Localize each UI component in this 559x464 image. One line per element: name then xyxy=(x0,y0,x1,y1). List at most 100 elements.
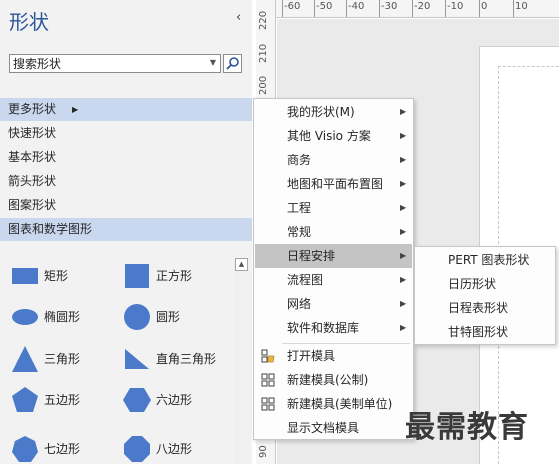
submenu-arrow-icon: ▶ xyxy=(400,107,407,116)
menu-item-engineering[interactable]: 工程 ▶ xyxy=(255,196,412,220)
submenu-item-label: PERT 图表形状 xyxy=(448,253,530,267)
submenu-arrow-icon: ▶ xyxy=(400,227,407,236)
ellipse-icon xyxy=(12,309,38,325)
heptagon-icon xyxy=(12,436,38,462)
menu-item-label: 打开模具 xyxy=(287,349,336,363)
submenu-item-pert[interactable]: PERT 图表形状 xyxy=(416,248,554,272)
submenu-arrow-icon: ▶ xyxy=(400,251,407,260)
stencil-scrollbar[interactable]: ▲ xyxy=(234,258,249,464)
menu-item-label: 流程图 xyxy=(287,273,324,287)
ruler-label: -40 xyxy=(348,1,365,12)
menu-item-label: 日程安排 xyxy=(287,249,336,263)
shape-label: 椭圆形 xyxy=(44,310,81,324)
pane-title: 形状 xyxy=(9,10,49,34)
menu-item-label: 工程 xyxy=(287,201,312,215)
pentagon-icon xyxy=(12,387,38,412)
submenu-item-label: 日历形状 xyxy=(448,277,497,291)
shape-label: 正方形 xyxy=(156,269,193,283)
ruler-label: 200 xyxy=(258,75,269,95)
menu-item-other-visio[interactable]: 其他 Visio 方案 ▶ xyxy=(255,124,412,148)
ruler-label: -10 xyxy=(447,1,464,12)
search-input[interactable] xyxy=(10,55,202,72)
square-icon xyxy=(125,264,149,288)
category-label: 快速形状 xyxy=(8,126,57,140)
category-pattern-shapes[interactable]: 图案形状 xyxy=(0,194,252,217)
submenu-arrow-icon: ▶ xyxy=(400,203,407,212)
scroll-up-icon[interactable]: ▲ xyxy=(235,258,248,271)
menu-item-label: 其他 Visio 方案 xyxy=(287,129,371,143)
search-button[interactable] xyxy=(223,54,242,73)
submenu-item-timeline[interactable]: 日程表形状 xyxy=(416,296,554,320)
search-icon xyxy=(226,57,239,70)
right-triangle-icon xyxy=(125,349,149,369)
category-label: 更多形状 xyxy=(8,102,57,116)
ruler-label: -60 xyxy=(284,1,301,12)
category-basic-shapes[interactable]: 基本形状 xyxy=(0,146,252,169)
open-stencil-icon xyxy=(261,349,275,363)
submenu-arrow-icon: ▶ xyxy=(400,179,407,188)
ruler-label: -50 xyxy=(316,1,333,12)
menu-item-schedule[interactable]: 日程安排 ▶ xyxy=(255,244,412,268)
ruler-label: 10 xyxy=(515,1,528,12)
shape-label: 直角三角形 xyxy=(156,352,217,366)
menu-item-general[interactable]: 常规 ▶ xyxy=(255,220,412,244)
hexagon-icon xyxy=(123,388,151,412)
submenu-arrow-icon: ▶ xyxy=(400,275,407,284)
schedule-submenu: PERT 图表形状 日历形状 日程表形状 甘特图形状 xyxy=(414,246,556,345)
ruler-label: -30 xyxy=(381,1,398,12)
menu-item-label: 软件和数据库 xyxy=(287,321,360,335)
menu-item-maps-floorplans[interactable]: 地图和平面布置图 ▶ xyxy=(255,172,412,196)
shape-label: 矩形 xyxy=(44,269,69,283)
menu-item-label: 常规 xyxy=(287,225,312,239)
submenu-item-calendar[interactable]: 日历形状 xyxy=(416,272,554,296)
menu-item-business[interactable]: 商务 ▶ xyxy=(255,148,412,172)
submenu-arrow-icon: ▶ xyxy=(400,131,407,140)
collapse-pane-icon[interactable]: ‹ xyxy=(236,10,241,25)
circle-icon xyxy=(124,304,150,330)
category-quick-shapes[interactable]: 快速形状 xyxy=(0,122,252,145)
category-charts-math[interactable]: 图表和数学图形 xyxy=(0,218,252,241)
category-label: 箭头形状 xyxy=(8,174,57,188)
watermark: 最需教育 xyxy=(405,410,529,445)
submenu-arrow-icon: ▶ xyxy=(400,155,407,164)
category-label: 图案形状 xyxy=(8,198,57,212)
menu-item-software-database[interactable]: 软件和数据库 ▶ xyxy=(255,316,412,340)
category-arrow-shapes[interactable]: 箭头形状 xyxy=(0,170,252,193)
menu-item-label: 网络 xyxy=(287,297,312,311)
submenu-arrow-icon: ▶ xyxy=(400,299,407,308)
shape-label: 六边形 xyxy=(156,393,193,407)
shape-label: 三角形 xyxy=(44,352,81,366)
shape-label: 五边形 xyxy=(44,393,81,407)
menu-item-flowchart[interactable]: 流程图 ▶ xyxy=(255,268,412,292)
shape-label: 圆形 xyxy=(156,310,181,324)
menu-item-open-stencil[interactable]: 打开模具 xyxy=(255,344,412,368)
stencil-area: 矩形 正方形 椭圆形 圆形 三角形 直角三角形 五边形 六边形 七边形 八边形 xyxy=(0,253,234,464)
menu-item-show-doc-stencil[interactable]: 显示文档模具 xyxy=(255,416,412,440)
category-label: 图表和数学图形 xyxy=(8,222,93,236)
search-box[interactable]: ▼ xyxy=(9,54,221,73)
octagon-icon xyxy=(124,436,150,462)
ruler-label: -20 xyxy=(414,1,431,12)
menu-item-new-stencil-us[interactable]: 新建模具(美制单位) xyxy=(255,392,412,416)
menu-item-network[interactable]: 网络 ▶ xyxy=(255,292,412,316)
menu-item-my-shapes[interactable]: 我的形状(M) ▶ xyxy=(255,100,412,124)
shapes-pane: 形状 ‹ ▼ 更多形状 ▶ 快速形状 基本形状 箭头形状 图案形状 图表和数学图… xyxy=(0,0,252,464)
ruler-label: 0 xyxy=(481,1,488,12)
horizontal-ruler: -60 -50 -40 -30 -20 -10 0 10 xyxy=(276,0,559,18)
shape-label: 八边形 xyxy=(156,442,193,456)
menu-item-label: 地图和平面布置图 xyxy=(287,177,384,191)
triangle-icon xyxy=(12,346,38,372)
search-dropdown-icon[interactable]: ▼ xyxy=(210,58,216,67)
ruler-label: 90 xyxy=(258,445,269,458)
menu-item-new-stencil-metric[interactable]: 新建模具(公制) xyxy=(255,368,412,392)
rectangle-icon xyxy=(12,268,38,284)
submenu-item-gantt[interactable]: 甘特图形状 xyxy=(416,320,554,344)
menu-item-label: 新建模具(美制单位) xyxy=(287,397,393,411)
category-label: 基本形状 xyxy=(8,150,57,164)
submenu-arrow-icon: ▶ xyxy=(72,105,79,114)
submenu-arrow-icon: ▶ xyxy=(400,323,407,332)
new-stencil-icon xyxy=(261,373,275,387)
category-more-shapes[interactable]: 更多形状 ▶ xyxy=(0,98,252,121)
new-stencil-icon xyxy=(261,397,275,411)
ruler-label: 220 xyxy=(258,10,269,30)
